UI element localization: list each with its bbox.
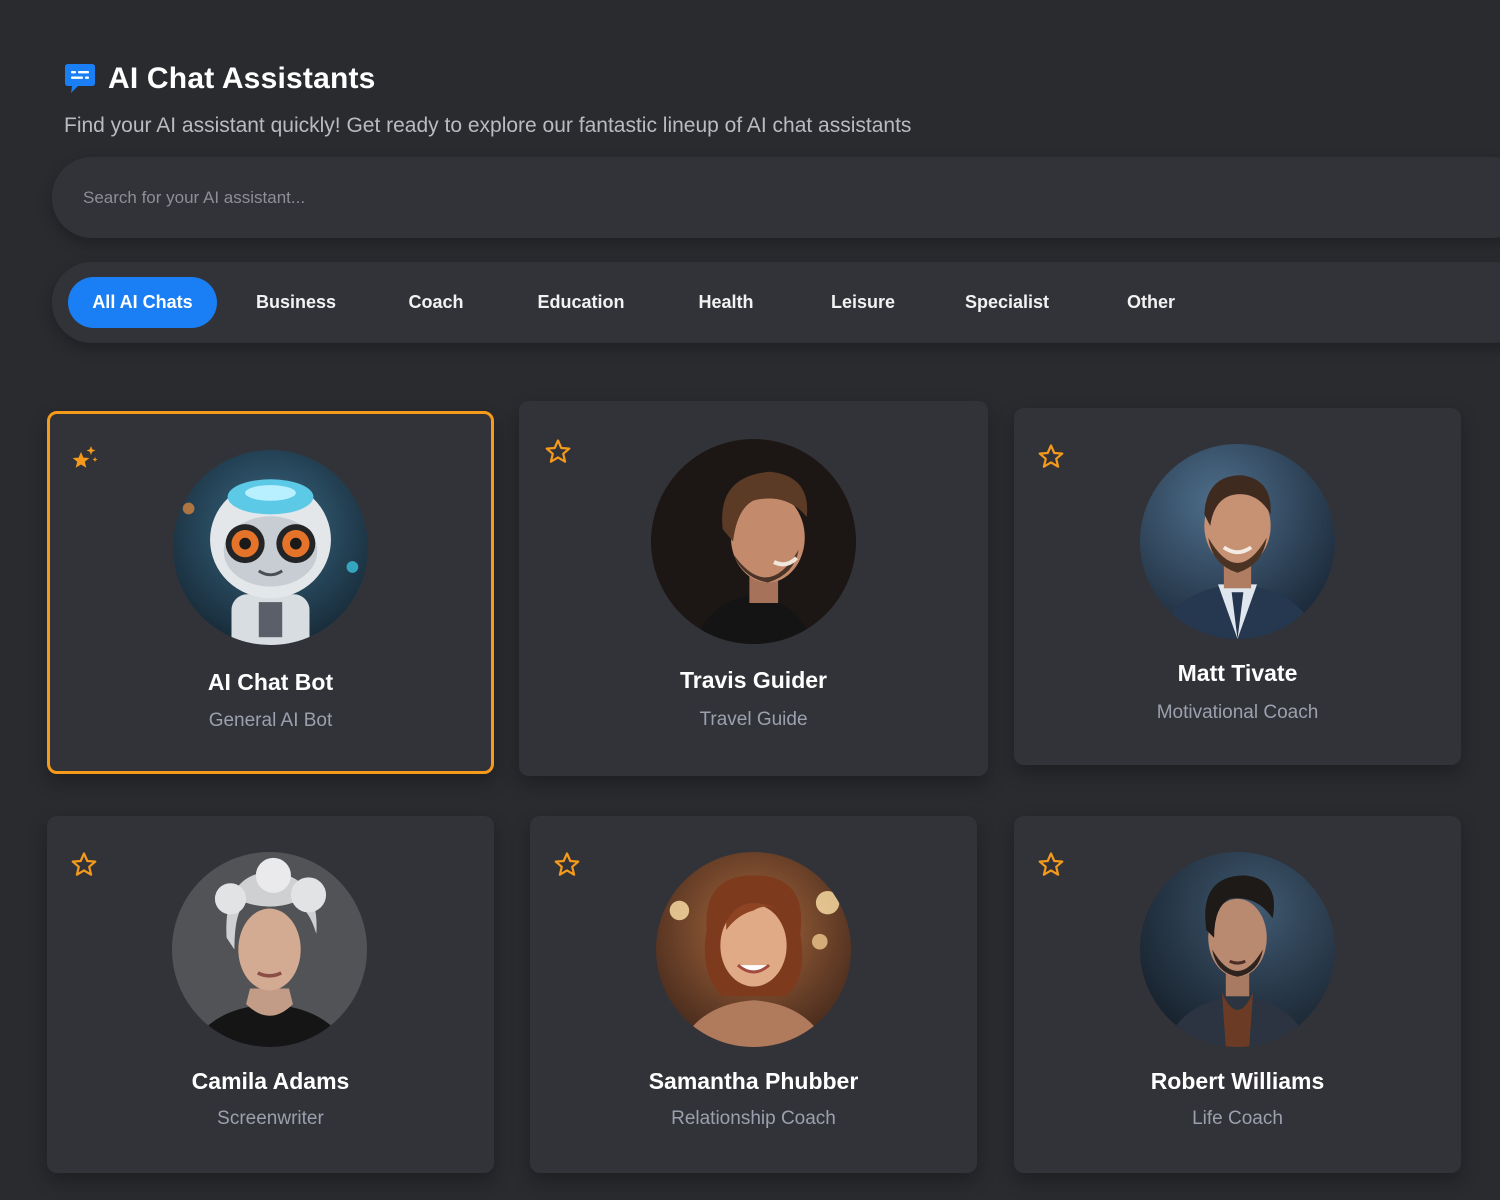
assistant-card[interactable]: Matt Tivate Motivational Coach bbox=[1014, 408, 1461, 765]
page: AI Chat Assistants Find your AI assistan… bbox=[0, 0, 1500, 1200]
page-header: AI Chat Assistants bbox=[64, 62, 376, 96]
search-input[interactable] bbox=[83, 157, 1083, 238]
tab-leisure[interactable]: Leisure bbox=[813, 277, 913, 328]
sparkle-star-icon[interactable] bbox=[70, 445, 98, 473]
assistant-role: Relationship Coach bbox=[671, 1108, 836, 1129]
assistant-role: Screenwriter bbox=[217, 1108, 324, 1129]
assistant-role: Life Coach bbox=[1192, 1108, 1283, 1129]
assistant-card[interactable]: Robert Williams Life Coach bbox=[1014, 816, 1461, 1173]
assistant-role: General AI Bot bbox=[208, 710, 333, 731]
assistant-name: Robert Williams bbox=[1150, 1068, 1325, 1094]
star-outline-icon[interactable] bbox=[1037, 851, 1065, 879]
avatar bbox=[651, 439, 856, 644]
avatar bbox=[1140, 444, 1335, 639]
page-subtitle: Find your AI assistant quickly! Get read… bbox=[64, 114, 912, 137]
assistant-card[interactable]: Camila Adams Screenwriter bbox=[47, 816, 494, 1173]
avatar bbox=[1140, 852, 1335, 1047]
tab-health[interactable]: Health bbox=[676, 277, 776, 328]
assistant-role: Motivational Coach bbox=[1156, 702, 1319, 723]
search-bar bbox=[52, 157, 1500, 238]
assistant-card[interactable]: AI Chat Bot General AI Bot bbox=[47, 411, 494, 774]
page-title: AI Chat Assistants bbox=[108, 62, 376, 95]
star-outline-icon[interactable] bbox=[1037, 443, 1065, 471]
assistant-name: Camila Adams bbox=[191, 1068, 350, 1094]
tab-other[interactable]: Other bbox=[1106, 277, 1196, 328]
tab-education[interactable]: Education bbox=[521, 277, 641, 328]
star-outline-icon[interactable] bbox=[70, 851, 98, 879]
tab-business[interactable]: Business bbox=[241, 277, 351, 328]
assistant-card[interactable]: Travis Guider Travel Guide bbox=[519, 401, 988, 776]
tab-all-ai-chats[interactable]: All AI Chats bbox=[68, 277, 217, 328]
assistant-name: Travis Guider bbox=[679, 667, 827, 693]
avatar bbox=[172, 852, 367, 1047]
assistant-name: Samantha Phubber bbox=[648, 1068, 859, 1094]
tab-specialist[interactable]: Specialist bbox=[948, 277, 1066, 328]
assistant-name: AI Chat Bot bbox=[207, 669, 334, 695]
category-tabs: All AI Chats Business Coach Education He… bbox=[52, 262, 1500, 343]
star-outline-icon[interactable] bbox=[553, 851, 581, 879]
tab-coach[interactable]: Coach bbox=[386, 277, 486, 328]
assistant-role: Travel Guide bbox=[699, 709, 808, 730]
avatar bbox=[173, 450, 368, 645]
chat-bubble-icon bbox=[65, 64, 95, 93]
assistant-name: Matt Tivate bbox=[1177, 660, 1298, 686]
star-outline-icon[interactable] bbox=[544, 438, 572, 466]
avatar bbox=[656, 852, 851, 1047]
assistant-card[interactable]: Samantha Phubber Relationship Coach bbox=[530, 816, 977, 1173]
